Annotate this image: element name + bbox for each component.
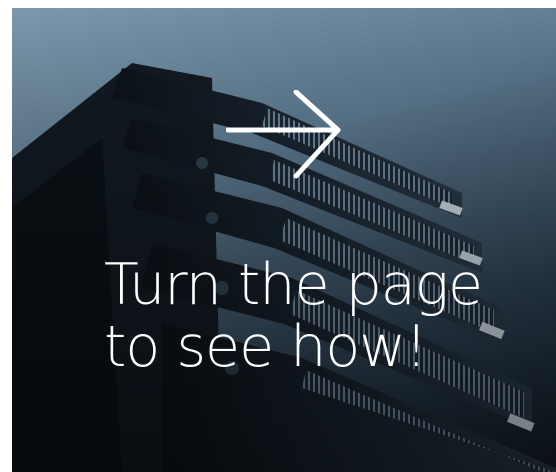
headline-line-1: Turn the page	[104, 252, 483, 318]
next-page-button[interactable]	[225, 89, 346, 186]
arrow-right-icon	[225, 89, 341, 179]
headline-line-2: to see how!	[104, 314, 428, 380]
server-rack-image	[12, 8, 556, 472]
promo-banner: Turn the page to see how!	[12, 8, 556, 472]
headline: Turn the page to see how!	[104, 254, 544, 378]
